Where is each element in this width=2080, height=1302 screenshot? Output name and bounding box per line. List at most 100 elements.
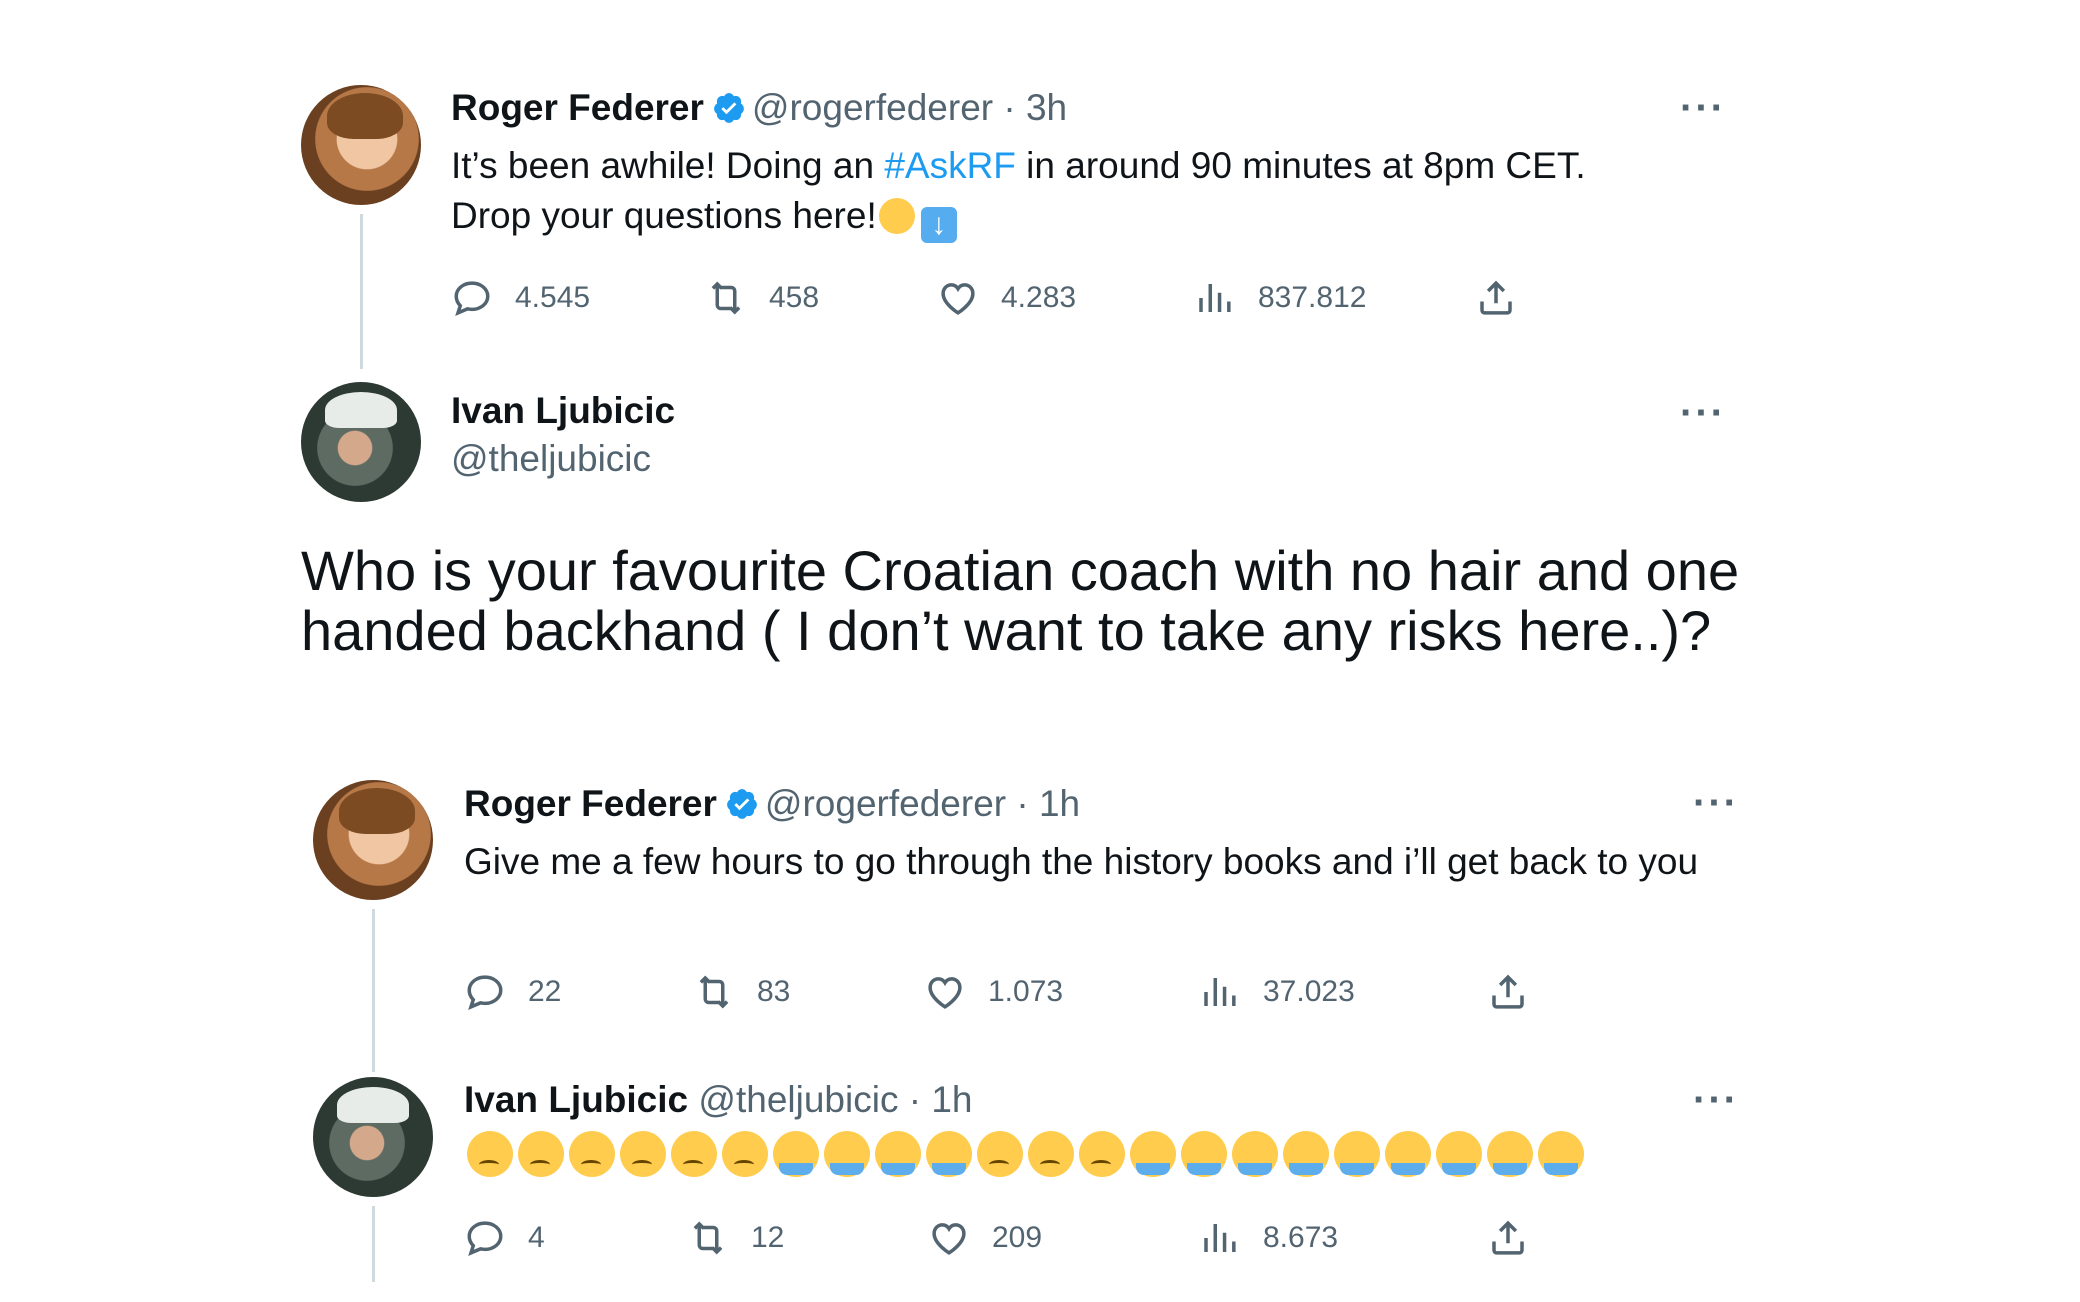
crying-emoji: [772, 1131, 819, 1177]
author-name[interactable]: Roger Federer: [464, 783, 717, 824]
thread-connector: [372, 1206, 375, 1282]
thread-connector: [372, 909, 375, 1072]
share-icon: [1480, 280, 1512, 315]
down-arrow-emoji: ↓: [920, 207, 957, 243]
sad-emoji: [721, 1131, 768, 1177]
more-icon[interactable]: ···: [1680, 393, 1726, 433]
tweet-thread: Roger Federer @rogerfederer · 3h ··· It’s…: [0, 0, 2080, 1302]
reply-button[interactable]: 22: [464, 967, 561, 1017]
like-button[interactable]: 4.283: [937, 273, 1076, 323]
share-button[interactable]: [1475, 273, 1517, 323]
hashtag-link[interactable]: #AskRF: [884, 145, 1016, 186]
reply-count: 22: [528, 975, 562, 1008]
share-button[interactable]: [1487, 1213, 1529, 1263]
like-count: 4.283: [1001, 281, 1077, 314]
timestamp[interactable]: 1h: [1039, 783, 1080, 824]
author-handle[interactable]: @theljubicic: [451, 438, 651, 480]
tweet-actions: 22 83 1.073 37.023: [464, 967, 1714, 1017]
avatar[interactable]: [301, 85, 421, 205]
views-icon: [1199, 284, 1231, 312]
author-handle[interactable]: @rogerfederer: [765, 783, 1006, 824]
author-handle[interactable]: @theljubicic: [698, 1079, 898, 1120]
heart-icon: [941, 283, 975, 315]
share-icon: [1492, 1220, 1524, 1255]
retweet-button[interactable]: 12: [687, 1213, 784, 1263]
avatar[interactable]: [301, 382, 421, 502]
crying-emoji: [1231, 1131, 1278, 1177]
avatar[interactable]: [313, 780, 433, 900]
author-name[interactable]: Roger Federer: [451, 87, 704, 128]
views-icon: [1204, 1224, 1236, 1252]
like-count: 209: [992, 1221, 1043, 1254]
tweet-text: Give me a few hours to go through the hi…: [464, 841, 1699, 882]
sad-emoji: [466, 1131, 513, 1177]
more-icon[interactable]: ···: [1693, 1080, 1739, 1120]
sad-emoji: [976, 1131, 1023, 1177]
tweet-actions: 4.545 458 4.283 837.812: [451, 273, 1701, 323]
timestamp[interactable]: 1h: [931, 1079, 972, 1120]
reply-button[interactable]: 4: [464, 1213, 545, 1263]
tweet-header: Roger Federer @rogerfederer · 3h: [451, 86, 1067, 130]
retweet-count: 458: [769, 281, 820, 314]
author-handle[interactable]: @rogerfederer: [752, 87, 993, 128]
share-button[interactable]: [1487, 967, 1529, 1017]
separator-dot: ·: [1016, 783, 1029, 824]
crying-emoji: [874, 1131, 921, 1177]
retweet-button[interactable]: 458: [705, 273, 819, 323]
crying-emoji: [1333, 1131, 1380, 1177]
like-count: 1.073: [988, 975, 1064, 1008]
retweet-count: 83: [757, 975, 791, 1008]
tweet-text: Who is your favourite Croatian coach wit…: [301, 539, 1740, 662]
heart-icon: [928, 977, 962, 1009]
avatar[interactable]: [313, 1077, 433, 1197]
crying-emoji: [1282, 1131, 1329, 1177]
sad-emoji: [1027, 1131, 1074, 1177]
reply-count: 4: [528, 1221, 545, 1254]
more-icon[interactable]: ···: [1693, 783, 1739, 823]
retweet-count: 12: [751, 1221, 785, 1254]
sad-emoji: [619, 1131, 666, 1177]
tweet-header: Ivan Ljubicic: [451, 389, 675, 433]
reply-icon: [467, 975, 503, 1010]
tweet-text-part: It’s been awhile! Doing an: [451, 145, 885, 186]
timestamp[interactable]: 3h: [1026, 87, 1067, 128]
crying-emoji: [1129, 1131, 1176, 1177]
retweet-button[interactable]: 83: [693, 967, 790, 1017]
sad-emoji: [568, 1131, 615, 1177]
reply-icon: [467, 1221, 503, 1256]
sad-emoji: [517, 1131, 564, 1177]
views-icon: [1204, 978, 1236, 1006]
like-button[interactable]: 209: [928, 1213, 1042, 1263]
crying-emoji: [1384, 1131, 1431, 1177]
thinking-emoji: [878, 198, 915, 234]
sad-emoji: [670, 1131, 717, 1177]
tweet-actions: 4 12 209 8.673: [464, 1213, 1714, 1263]
reply-count: 4.545: [515, 281, 591, 314]
verified-icon: [714, 93, 744, 123]
more-icon[interactable]: ···: [1680, 88, 1726, 128]
crying-emoji: [823, 1131, 870, 1177]
views-count: 837.812: [1258, 281, 1367, 314]
thread-connector: [360, 214, 363, 369]
tweet-text-part: in around 90 minutes at 8pm CET.: [1015, 145, 1586, 186]
views-button[interactable]: 37.023: [1199, 967, 1355, 1017]
crying-emoji: [1537, 1131, 1584, 1177]
reply-icon: [454, 281, 490, 316]
views-count: 8.673: [1263, 1221, 1339, 1254]
tweet-header: Ivan Ljubicic @theljubicic · 1h: [464, 1078, 972, 1122]
views-button[interactable]: 837.812: [1194, 273, 1366, 323]
author-name[interactable]: Ivan Ljubicic: [451, 390, 675, 431]
like-button[interactable]: 1.073: [924, 967, 1063, 1017]
emoji-row: [464, 1131, 1586, 1177]
sad-emoji: [1078, 1131, 1125, 1177]
separator-dot: ·: [908, 1079, 922, 1120]
retweet-icon: [693, 1221, 723, 1255]
tweet-text: It’s been awhile! Doing an #AskRF in aro…: [451, 141, 1701, 243]
retweet-icon: [699, 975, 729, 1009]
crying-emoji: [1486, 1131, 1533, 1177]
reply-button[interactable]: 4.545: [451, 273, 590, 323]
tweet-text-part: Drop your questions here!: [451, 195, 877, 236]
crying-emoji: [1180, 1131, 1227, 1177]
author-name[interactable]: Ivan Ljubicic: [464, 1079, 688, 1120]
views-button[interactable]: 8.673: [1199, 1213, 1338, 1263]
